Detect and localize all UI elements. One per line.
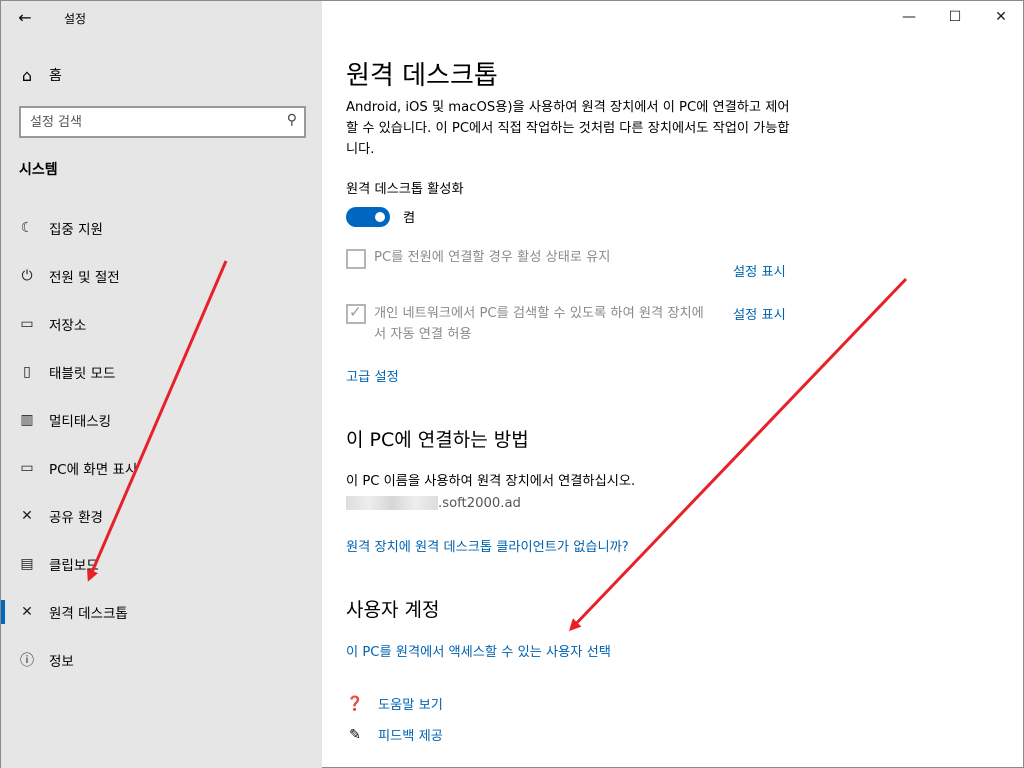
- section-title: 시스템: [19, 162, 58, 178]
- settings-search-box[interactable]: ⚲: [19, 106, 306, 138]
- enable-remote-desktop-label: 원격 데스크톱 활성화: [346, 182, 464, 197]
- get-help-link[interactable]: 도움말 보기: [378, 694, 443, 713]
- sidebar-nav: ☾ 집중 지원 ⏻ 전원 및 절전 ▭ 저장소 ▯ 태블릿 모드 ▥ 멀티태스킹…: [1, 204, 322, 684]
- app-title: 설정: [64, 12, 87, 26]
- multitask-icon: ▥: [20, 412, 34, 428]
- connect-heading: 이 PC에 연결하는 방법: [346, 429, 529, 451]
- sidebar-item-focus-assist[interactable]: ☾ 집중 지원: [1, 204, 322, 252]
- power-icon: ⏻: [21, 268, 33, 284]
- clipboard-icon: ▤: [20, 556, 34, 572]
- sidebar-item-tablet-mode[interactable]: ▯ 태블릿 모드: [1, 348, 322, 396]
- sidebar-item-label: 멀티태스킹: [49, 414, 112, 430]
- settings-window: ← 설정 ⌂ 홈 ⚲ 시스템 ☾ 집중 지원 ⏻ 전원 및 절전 ▭ 저장소: [0, 0, 1024, 768]
- sidebar-item-label: 홈: [49, 68, 62, 84]
- no-client-link[interactable]: 원격 장치에 원격 데스크톱 클라이언트가 없습니까?: [346, 536, 629, 555]
- sidebar-item-label: 정보: [49, 654, 74, 670]
- close-button[interactable]: ✕: [978, 1, 1024, 33]
- back-arrow-icon: ←: [18, 8, 32, 27]
- connect-description: 이 PC 이름을 사용하여 원격 장치에서 연결하십시오.: [346, 474, 636, 489]
- info-icon: ⓘ: [20, 653, 34, 669]
- sidebar: ← 설정 ⌂ 홈 ⚲ 시스템 ☾ 집중 지원 ⏻ 전원 및 절전 ▭ 저장소: [1, 1, 322, 768]
- sidebar-item-label: 태블릿 모드: [49, 366, 116, 382]
- sidebar-item-label: 클립보드: [49, 558, 99, 574]
- advanced-settings-link[interactable]: 고급 설정: [346, 366, 399, 385]
- storage-icon: ▭: [20, 316, 34, 332]
- share-icon: ✕: [21, 508, 33, 524]
- discoverable-checkbox[interactable]: ✓: [346, 303, 366, 324]
- pc-name-suffix: .soft2000.ad: [438, 496, 521, 511]
- sidebar-item-label: 집중 지원: [49, 222, 103, 238]
- home-icon: ⌂: [21, 65, 33, 85]
- tablet-icon: ▯: [23, 364, 31, 380]
- maximize-button[interactable]: ☐: [932, 1, 978, 33]
- sidebar-item-label: 공유 환경: [49, 510, 103, 526]
- sidebar-item-home[interactable]: ⌂ 홈: [1, 59, 322, 91]
- feedback-icon: ✎: [349, 726, 361, 743]
- remote-desktop-icon: ✕: [21, 604, 33, 620]
- discoverable-label: 개인 네트워크에서 PC를 검색할 수 있도록 하여 원격 장치에서 자동 연결…: [374, 306, 704, 342]
- search-icon[interactable]: ⚲: [287, 112, 297, 128]
- pc-name: .soft2000.ad: [346, 496, 521, 511]
- feedback-link[interactable]: 피드백 제공: [378, 725, 443, 744]
- feedback-item[interactable]: ✎ 피드백 제공: [346, 725, 443, 745]
- sidebar-item-remote-desktop[interactable]: ✕ 원격 데스크톱: [1, 588, 322, 636]
- sidebar-item-label: 저장소: [49, 318, 87, 334]
- sidebar-item-projecting[interactable]: ▭ PC에 화면 표시: [1, 444, 322, 492]
- minimize-button[interactable]: —: [886, 1, 932, 33]
- get-help-item[interactable]: ❓ 도움말 보기: [346, 694, 443, 714]
- show-settings-link-2[interactable]: 설정 표시: [733, 304, 786, 323]
- sidebar-item-label: 전원 및 절전: [49, 270, 120, 286]
- keep-awake-label: PC를 전원에 연결할 경우 활성 상태로 유지: [374, 250, 611, 265]
- search-input[interactable]: [21, 108, 271, 136]
- moon-icon: ☾: [20, 220, 34, 236]
- page-title: 원격 데스크톱: [346, 61, 498, 91]
- redacted-pc-name: [346, 496, 438, 510]
- checkmark-icon: ✓: [349, 303, 362, 321]
- sidebar-item-multitasking[interactable]: ▥ 멀티태스킹: [1, 396, 322, 444]
- sidebar-item-label: PC에 화면 표시: [49, 462, 138, 478]
- project-icon: ▭: [20, 460, 34, 476]
- toggle-knob: [375, 212, 385, 222]
- sidebar-item-about[interactable]: ⓘ 정보: [1, 636, 322, 684]
- sidebar-item-clipboard[interactable]: ▤ 클립보드: [1, 540, 322, 588]
- sidebar-item-power-sleep[interactable]: ⏻ 전원 및 절전: [1, 252, 322, 300]
- page-description: Android, iOS 및 macOS용)을 사용하여 원격 장치에서 이 P…: [346, 100, 790, 157]
- choose-users-link[interactable]: 이 PC를 원격에서 액세스할 수 있는 사용자 선택: [346, 641, 611, 660]
- toggle-state-label: 켬: [403, 211, 416, 226]
- user-accounts-heading: 사용자 계정: [346, 599, 440, 621]
- show-settings-link-1[interactable]: 설정 표시: [733, 261, 786, 280]
- help-chat-icon: ❓: [346, 695, 364, 712]
- sidebar-item-storage[interactable]: ▭ 저장소: [1, 300, 322, 348]
- enable-remote-desktop-toggle[interactable]: [346, 207, 390, 227]
- sidebar-item-label: 원격 데스크톱: [49, 606, 128, 622]
- back-button[interactable]: ←: [11, 5, 39, 31]
- keep-awake-checkbox[interactable]: [346, 249, 366, 269]
- sidebar-item-shared-experiences[interactable]: ✕ 공유 환경: [1, 492, 322, 540]
